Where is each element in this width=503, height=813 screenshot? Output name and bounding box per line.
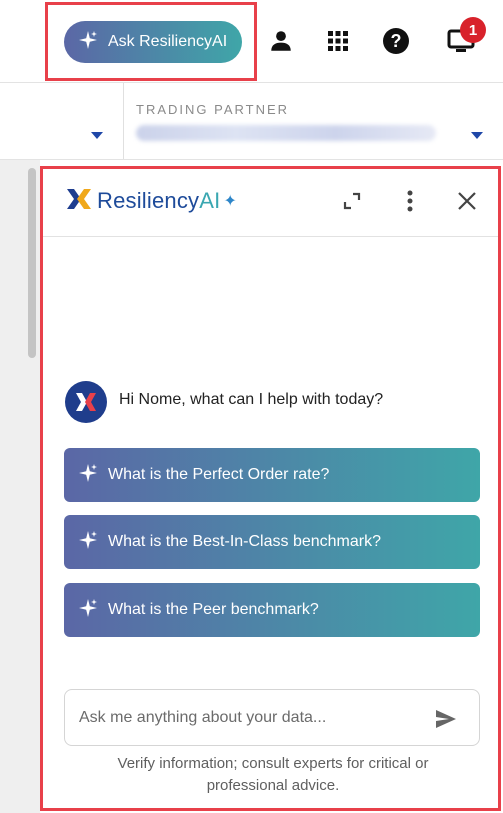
trading-partner-label: TRADING PARTNER bbox=[136, 102, 290, 117]
close-icon[interactable] bbox=[453, 187, 481, 215]
more-options-icon[interactable] bbox=[396, 187, 424, 215]
svg-text:?: ? bbox=[391, 31, 402, 51]
help-icon[interactable]: ? bbox=[382, 27, 410, 55]
user-icon[interactable] bbox=[267, 27, 295, 55]
chat-panel: ResiliencyAI ✦ Hi Nome, what can I help … bbox=[40, 166, 501, 811]
assistant-avatar bbox=[65, 381, 107, 423]
suggestion-label: What is the Perfect Order rate? bbox=[108, 466, 330, 483]
suggestion-button[interactable]: What is the Peer benchmark? bbox=[64, 583, 480, 637]
trading-partner-value[interactable] bbox=[136, 125, 436, 141]
suggestion-label: What is the Best-In-Class benchmark? bbox=[108, 533, 381, 550]
chat-header: ResiliencyAI ✦ bbox=[43, 169, 498, 237]
x-logo-icon bbox=[65, 187, 93, 216]
chevron-down-icon[interactable] bbox=[91, 132, 103, 139]
suggestion-label: What is the Peer benchmark? bbox=[108, 601, 319, 618]
logo-text: ResiliencyAI bbox=[97, 188, 221, 213]
top-header: Ask ResiliencyAI ? 1 bbox=[0, 0, 503, 83]
expand-icon[interactable] bbox=[338, 187, 366, 215]
disclaimer-text: Verify information; consult experts for … bbox=[117, 755, 429, 794]
sparkle-icon bbox=[78, 530, 98, 555]
apps-grid-icon[interactable] bbox=[324, 27, 352, 55]
sparkle-icon bbox=[78, 598, 98, 623]
send-icon[interactable] bbox=[432, 705, 460, 733]
chat-input-container bbox=[64, 689, 480, 746]
ask-button-highlight bbox=[45, 2, 257, 81]
resiliencyai-logo: ResiliencyAI ✦ bbox=[65, 186, 237, 216]
suggestion-button[interactable]: What is the Best-In-Class benchmark? bbox=[64, 515, 480, 569]
chat-input[interactable] bbox=[77, 704, 421, 732]
suggestion-button[interactable]: What is the Perfect Order rate? bbox=[64, 448, 480, 502]
notification-badge: 1 bbox=[460, 17, 486, 43]
sparkle-icon bbox=[78, 463, 98, 488]
logo-spark-icon: ✦ bbox=[223, 193, 237, 210]
greeting-message: Hi Nome, what can I help with today? bbox=[119, 391, 384, 408]
filter-divider bbox=[123, 83, 124, 159]
scrollbar[interactable] bbox=[28, 168, 36, 358]
filter-bar: TRADING PARTNER bbox=[0, 83, 503, 160]
chevron-down-icon[interactable] bbox=[471, 132, 483, 139]
